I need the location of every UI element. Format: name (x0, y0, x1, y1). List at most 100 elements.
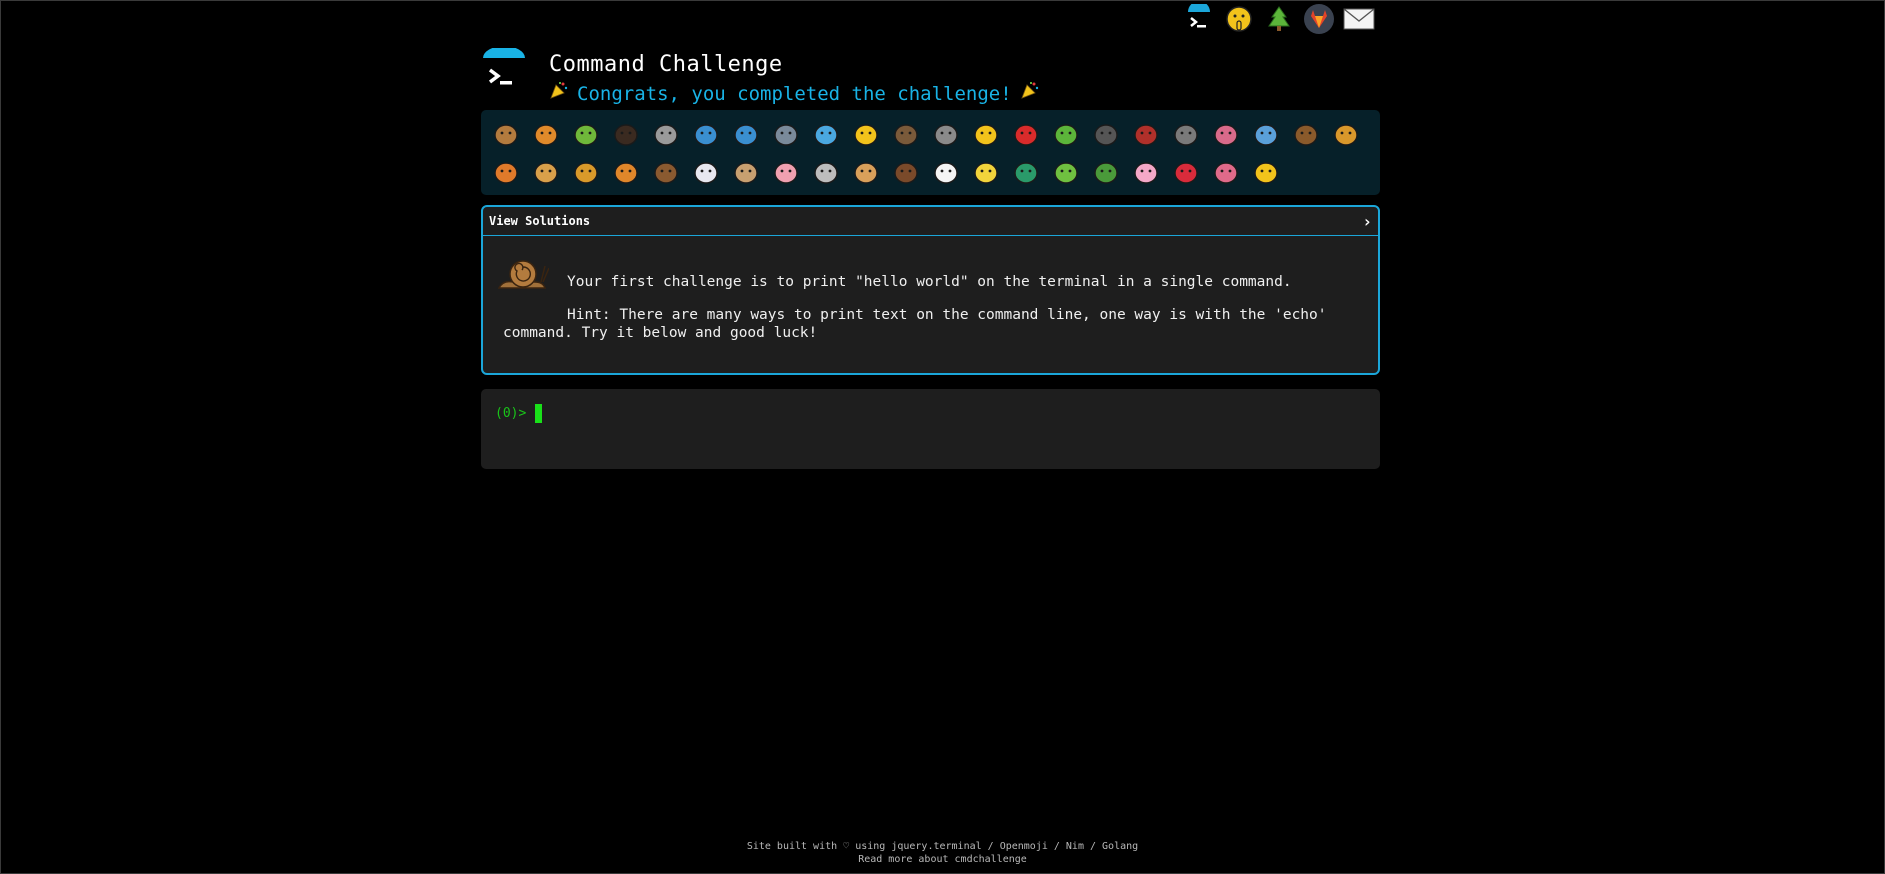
party-popper-icon (549, 80, 569, 107)
challenge-hamster[interactable] (846, 153, 886, 191)
challenge-caterpillar[interactable] (566, 115, 606, 153)
challenge-cow[interactable] (726, 153, 766, 191)
challenge-horse[interactable] (646, 153, 686, 191)
challenge-cherry-blossom[interactable] (1126, 153, 1166, 191)
mail-icon[interactable] (1342, 2, 1376, 36)
challenge-tiger[interactable] (606, 153, 646, 191)
prompt-number: 0 (502, 406, 511, 421)
hint-text: Hint: There are many ways to print text … (503, 307, 1327, 341)
challenge-tropical-fish[interactable] (846, 115, 886, 153)
cat-icon (534, 162, 558, 184)
challenge-fish[interactable] (806, 115, 846, 153)
challenge-spider-web[interactable] (646, 115, 686, 153)
challenge-panel: View Solutions › Your first challenge is… (481, 205, 1380, 375)
challenge-mosquito[interactable] (1086, 115, 1126, 153)
leaf-icon (1054, 124, 1078, 146)
hibiscus-icon (1214, 162, 1238, 184)
fox-icon (494, 162, 518, 184)
prompt-open: ( (495, 406, 503, 421)
shushing-face-icon[interactable] (1222, 2, 1256, 36)
tropical-fish-icon (854, 124, 878, 146)
challenge-sloth[interactable] (886, 115, 926, 153)
frog-icon (1054, 162, 1078, 184)
pig-icon (774, 162, 798, 184)
challenge-bee[interactable] (966, 115, 1006, 153)
dolphin-icon (734, 124, 758, 146)
view-solutions-toggle[interactable]: View Solutions › (483, 207, 1378, 236)
challenge-peacock[interactable] (1006, 153, 1046, 191)
terminal-cursor[interactable] (535, 404, 543, 423)
challenge-row (486, 115, 1375, 153)
challenge-dog[interactable] (1326, 115, 1366, 153)
challenge-unicorn[interactable] (686, 153, 726, 191)
cmdchallenge-logo[interactable] (481, 48, 527, 96)
challenge-shark[interactable] (766, 115, 806, 153)
challenge-mouse[interactable] (806, 153, 846, 191)
party-popper-icon (1020, 80, 1040, 107)
challenge-leaf[interactable] (1046, 115, 1086, 153)
peacock-icon (1014, 162, 1038, 184)
butterfly-icon (534, 124, 558, 146)
challenge-scorpion[interactable] (1126, 115, 1166, 153)
fish-icon (814, 124, 838, 146)
view-solutions-label: View Solutions (489, 214, 591, 228)
rose-icon (1174, 162, 1198, 184)
challenge-cat[interactable] (526, 153, 566, 191)
challenge-row (486, 153, 1375, 191)
sloth-icon (894, 124, 918, 146)
bear-icon (894, 162, 918, 184)
challenge-ant[interactable] (606, 115, 646, 153)
cmdchallenge-logo-icon[interactable] (1182, 2, 1216, 36)
challenge-worm[interactable] (1206, 115, 1246, 153)
challenge-fox[interactable] (486, 153, 526, 191)
ant-icon (614, 124, 638, 146)
page-header: Command Challenge Congrats, you complete… (481, 48, 1040, 107)
challenge-microbe[interactable] (1246, 115, 1286, 153)
tree-icon[interactable] (1262, 2, 1296, 36)
challenge-dragon[interactable] (1086, 153, 1126, 191)
horse-icon (654, 162, 678, 184)
challenge-rose[interactable] (1166, 153, 1206, 191)
sunflower-icon (1254, 162, 1278, 184)
snail-icon (494, 124, 518, 146)
scorpion-icon (1134, 124, 1158, 146)
challenge-ladybug[interactable] (1006, 115, 1046, 153)
footer-credits: Site built with ♡ using jquery.terminal … (746, 841, 1139, 852)
challenge-fly[interactable] (1166, 115, 1206, 153)
gitlab-icon[interactable] (1302, 2, 1336, 36)
challenge-hatching-chick[interactable] (966, 153, 1006, 191)
congrats-message: Congrats, you completed the challenge! (549, 80, 1040, 107)
top-icon-bar (1182, 2, 1376, 36)
challenge-hibiscus[interactable] (1206, 153, 1246, 191)
challenge-monkey[interactable] (1286, 115, 1326, 153)
read-more-link[interactable]: Read more about cmdchallenge (858, 854, 1027, 865)
terminal[interactable]: (0)> (481, 389, 1380, 469)
hamster-icon (854, 162, 878, 184)
challenge-lion[interactable] (566, 153, 606, 191)
challenge-whale[interactable] (686, 115, 726, 153)
challenge-panda[interactable] (926, 153, 966, 191)
panda-icon (934, 162, 958, 184)
challenge-snail[interactable] (486, 115, 526, 153)
challenge-sunflower[interactable] (1246, 153, 1286, 191)
challenge-wolf[interactable] (926, 115, 966, 153)
microbe-icon (1254, 124, 1278, 146)
wolf-icon (934, 124, 958, 146)
caterpillar-icon (574, 124, 598, 146)
mosquito-icon (1094, 124, 1118, 146)
spider-web-icon (654, 124, 678, 146)
worm-icon (1214, 124, 1238, 146)
challenge-dolphin[interactable] (726, 115, 766, 153)
page-title: Command Challenge (549, 52, 783, 77)
dog-icon (1334, 124, 1358, 146)
challenge-frog[interactable] (1046, 153, 1086, 191)
challenge-pig[interactable] (766, 153, 806, 191)
monkey-icon (1294, 124, 1318, 146)
challenge-butterfly[interactable] (526, 115, 566, 153)
bee-icon (974, 124, 998, 146)
footer: Site built with ♡ using jquery.terminal … (0, 840, 1885, 866)
challenge-bear[interactable] (886, 153, 926, 191)
mouse-icon (814, 162, 838, 184)
cherry-blossom-icon (1134, 162, 1158, 184)
lion-icon (574, 162, 598, 184)
